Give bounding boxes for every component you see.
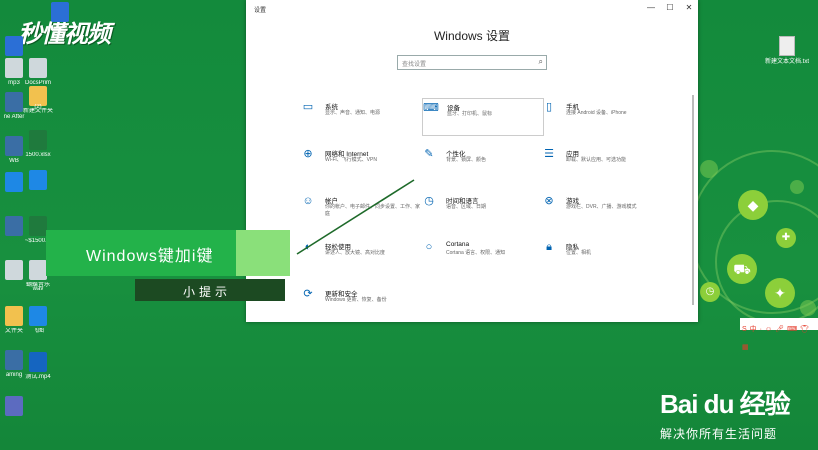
tip-headline: Windows键加i键	[86, 248, 214, 265]
ime-toolbar-icon[interactable]: ▦	[742, 343, 749, 351]
ime-toolbar-icon[interactable]: 👕︎	[800, 325, 809, 333]
tip-banner: Windows键加i键	[46, 230, 290, 276]
ime-toolbar-icon[interactable]: 中	[750, 324, 757, 334]
baidu-slogan: 解决你所有生活问题	[660, 427, 778, 441]
tip-label-box: 小提示	[135, 279, 285, 301]
tip-label: 小提示	[183, 285, 232, 299]
baidu-logo-text: Bai du 经验	[660, 389, 791, 419]
ime-toolbar-icon[interactable]: S	[742, 326, 747, 333]
ime-toolbar-icon[interactable]: ·	[760, 326, 762, 333]
ime-toolbar-icon[interactable]: ⌨	[787, 325, 797, 333]
ime-toolbar[interactable]: S 中 · ☺ 🎤︎ ⌨ 👕︎ ▦	[740, 318, 818, 351]
ime-toolbar-icon[interactable]: ☺	[765, 326, 772, 333]
ime-toolbar-icon[interactable]: 🎤︎	[775, 325, 784, 333]
baidu-jingyan-logo: Bai du 经验 解决你所有生活问题	[660, 384, 791, 442]
tip-banner-accent	[236, 230, 290, 276]
annotation-line	[296, 179, 415, 255]
